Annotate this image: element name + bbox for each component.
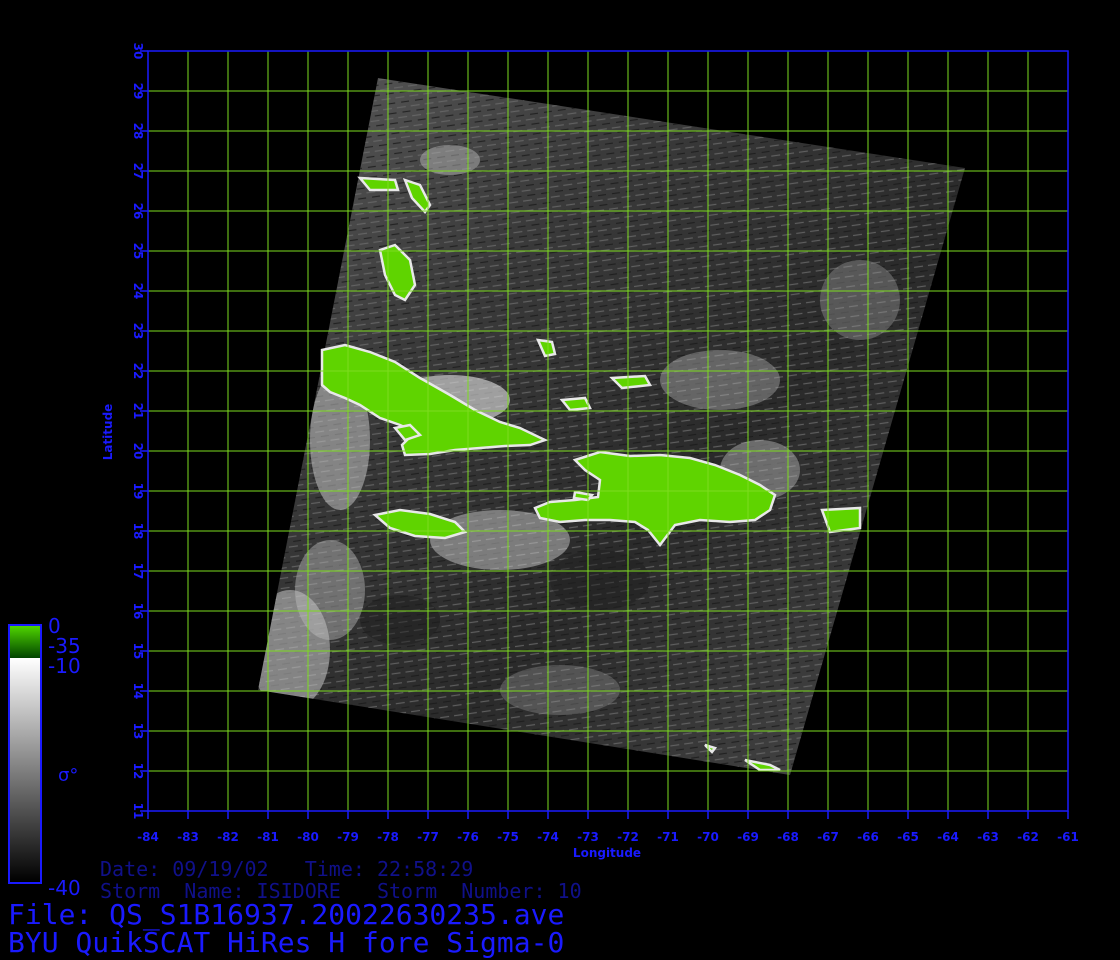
colorbar-label-max: -10 xyxy=(48,654,81,678)
y-tick-label: 20 xyxy=(131,443,145,460)
x-tick-label: -80 xyxy=(297,830,319,844)
x-tick-label: -68 xyxy=(777,830,799,844)
y-tick-label: 15 xyxy=(131,643,145,660)
y-tick-label: 27 xyxy=(131,163,145,180)
x-tick-label: -66 xyxy=(857,830,879,844)
y-tick-label: 24 xyxy=(131,283,145,300)
date-time-line: Date: 09/19/02 Time: 22:58:29 xyxy=(100,857,474,881)
y-tick-label: 12 xyxy=(131,763,145,780)
map-plot: -84 -83 -82 -81 -80 -79 -78 -77 -76 -75 -74 -73 -72 -… xyxy=(101,43,1079,860)
x-tick-label: -76 xyxy=(457,830,479,844)
x-axis-label: Longitude xyxy=(573,846,641,860)
colorbar-symbol: σ° xyxy=(58,765,79,786)
y-tick-label: 22 xyxy=(131,363,145,380)
satellite-swath xyxy=(258,78,965,775)
colorbar-label-min: -40 xyxy=(48,876,81,900)
x-tick-label: -83 xyxy=(177,830,199,844)
x-tick-label: -61 xyxy=(1057,830,1079,844)
y-tick-label: 30 xyxy=(131,43,145,60)
y-tick-label: 18 xyxy=(131,523,145,540)
colorbar xyxy=(8,624,42,884)
x-tick-label: -78 xyxy=(377,830,399,844)
y-tick-label: 29 xyxy=(131,83,145,100)
y-tick-label: 25 xyxy=(131,243,145,260)
y-tick-label: 11 xyxy=(131,803,145,820)
y-tick-label: 28 xyxy=(131,123,145,140)
y-tick-label: 21 xyxy=(131,403,145,420)
x-tick-label: -81 xyxy=(257,830,279,844)
x-tick-label: -67 xyxy=(817,830,839,844)
x-tick-label: -64 xyxy=(937,830,959,844)
title-line: BYU QuikSCAT HiRes H fore Sigma-0 xyxy=(8,926,565,959)
x-tick-label: -72 xyxy=(617,830,639,844)
x-tick-label: -82 xyxy=(217,830,239,844)
x-tick-label: -65 xyxy=(897,830,919,844)
x-tick-label: -63 xyxy=(977,830,999,844)
y-tick-label: 14 xyxy=(131,683,145,700)
colorbar-label-land-top: 0 xyxy=(48,614,61,638)
x-tick-label: -62 xyxy=(1017,830,1039,844)
x-tick-label: -79 xyxy=(337,830,359,844)
x-tick-label: -70 xyxy=(697,830,719,844)
x-tick-label: -84 xyxy=(137,830,159,844)
x-tick-label: -74 xyxy=(537,830,559,844)
y-tick-label: 19 xyxy=(131,483,145,500)
y-axis-label: Latitude xyxy=(101,404,115,461)
colorbar-sigma-gradient xyxy=(10,658,40,882)
colorbar-label-land-bottom: -35 xyxy=(48,634,81,658)
x-tick-label: -69 xyxy=(737,830,759,844)
x-tick-label: -75 xyxy=(497,830,519,844)
y-tick-label: 26 xyxy=(131,203,145,220)
y-tick-label: 17 xyxy=(131,563,145,580)
colorbar-land-swatch xyxy=(10,626,40,658)
x-tick-label: -71 xyxy=(657,830,679,844)
x-tick-label: -77 xyxy=(417,830,439,844)
x-tick-label: -73 xyxy=(577,830,599,844)
y-tick-label: 13 xyxy=(131,723,145,740)
y-tick-label: 16 xyxy=(131,603,145,620)
y-tick-label: 23 xyxy=(131,323,145,340)
